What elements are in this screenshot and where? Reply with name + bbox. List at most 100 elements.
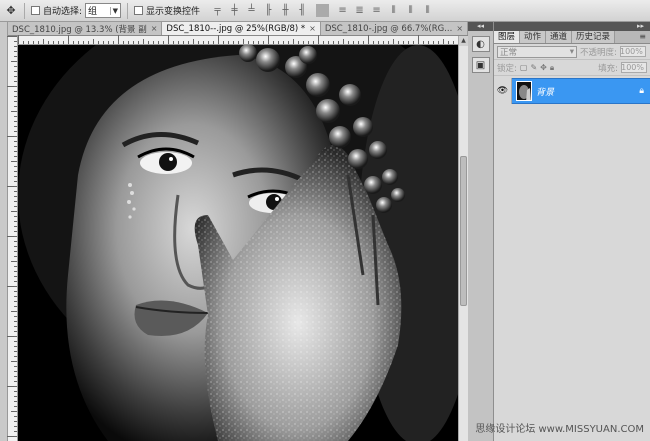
ruler-tick (248, 41, 249, 44)
collapse-panel-icon[interactable]: ▸▸ (494, 22, 650, 31)
vertical-ruler[interactable] (7, 36, 18, 441)
info-icon[interactable]: ▣ (471, 57, 490, 73)
ruler-tick (68, 35, 69, 44)
align-bottom-icon[interactable]: ╧ (245, 4, 258, 17)
ruler-tick (14, 126, 17, 127)
distribute-left-icon[interactable]: ⦀ (387, 4, 400, 17)
auto-select-checkbox[interactable]: 自动选择: (31, 4, 82, 17)
ruler-tick (14, 321, 17, 322)
panel-menu-icon[interactable]: ≡ (639, 32, 646, 41)
tab-label: DSC_1810-.jpg @ 66.7%(RG... (324, 23, 453, 34)
tab-actions[interactable]: 动作 (520, 31, 547, 43)
close-icon[interactable]: × (309, 24, 316, 33)
align-right-icon[interactable]: ╢ (296, 4, 309, 17)
ruler-tick (188, 41, 189, 44)
ruler-tick (7, 136, 17, 137)
align-hcenter-icon[interactable]: ╫ (279, 4, 292, 17)
tab-layers[interactable]: 图层 (494, 31, 521, 43)
tab-channels[interactable]: 通道 (546, 31, 573, 43)
ruler-tick (14, 426, 17, 427)
lock-all-icon[interactable]: 🔒︎ (550, 63, 554, 73)
tab-history[interactable]: 历史记录 (572, 31, 616, 43)
watermark-text: 思缘设计论坛 www.MISSYUAN.COM (475, 424, 644, 435)
ruler-tick (14, 121, 17, 122)
ruler-tick (14, 251, 17, 252)
ruler-tick (14, 201, 17, 202)
blend-mode-value: 正常 (500, 47, 518, 58)
auto-select-dropdown[interactable]: 组 ▼ (85, 3, 122, 18)
ruler-tick (14, 396, 17, 397)
ruler-tick (438, 41, 439, 44)
ruler-tick (14, 216, 17, 217)
ruler-tick (11, 361, 17, 362)
scroll-up-icon[interactable]: ▲ (459, 36, 468, 46)
ruler-tick (14, 246, 17, 247)
ruler-tick (7, 36, 17, 37)
ruler-tick (14, 66, 17, 67)
ruler-tick (118, 35, 119, 44)
ruler-tick (14, 181, 17, 182)
close-icon[interactable]: × (456, 24, 463, 33)
document-tab-1[interactable]: DSC_1810.jpg @ 13.3% (背景 副 × (8, 22, 163, 35)
ruler-tick (288, 41, 289, 44)
document-canvas[interactable] (18, 45, 458, 441)
lock-transparent-icon[interactable]: ▢ (520, 63, 528, 73)
lock-position-icon[interactable]: ✥ (540, 63, 547, 73)
opacity-field[interactable]: 100% (619, 46, 646, 57)
ruler-tick (228, 41, 229, 44)
ruler-tick (14, 316, 17, 317)
checkbox-box[interactable] (31, 6, 40, 15)
ruler-tick (413, 41, 414, 44)
ruler-tick (418, 35, 419, 44)
expand-panels-icon[interactable]: ◂◂ (468, 22, 493, 31)
show-transform-checkbox[interactable]: 显示变换控件 (134, 4, 200, 17)
distribute-top-icon[interactable]: ≡ (336, 4, 349, 17)
fill-label: 填充: (598, 63, 618, 74)
lock-fill-row: 锁定: ▢ ✎ ✥ 🔒︎ 填充: 100% (494, 60, 650, 76)
align-top-icon[interactable]: ╤ (211, 4, 224, 17)
ruler-tick (203, 41, 204, 44)
ruler-tick (453, 41, 454, 44)
distribute-hcenter-icon[interactable]: ⦀ (404, 4, 417, 17)
navigator-icon[interactable]: ◐ (471, 36, 490, 52)
distribute-right-icon[interactable]: ⦀ (421, 4, 434, 17)
ruler-tick (14, 271, 17, 272)
ruler-tick (128, 41, 129, 44)
align-left-icon[interactable]: ╟ (262, 4, 275, 17)
ruler-tick (223, 41, 224, 44)
eye-icon[interactable]: 👁︎ (494, 78, 512, 104)
layer-row-background[interactable]: 👁︎ 背景 🔒︎ (494, 78, 650, 104)
separator (127, 2, 129, 19)
document-tab-3[interactable]: DSC_1810-.jpg @ 66.7%(RG... × (320, 22, 468, 35)
ruler-tick (298, 41, 299, 44)
ruler-tick (423, 41, 424, 44)
horizontal-ruler[interactable] (18, 35, 458, 45)
ruler-tick (7, 236, 17, 237)
toolbox-edge (0, 22, 8, 441)
lock-image-icon[interactable]: ✎ (530, 63, 537, 73)
ruler-tick (243, 39, 244, 44)
ruler-tick (14, 281, 17, 282)
tab-label: DSC_1810.jpg @ 13.3% (背景 副 (12, 24, 147, 35)
checkbox-box[interactable] (134, 6, 144, 15)
ruler-tick (373, 41, 374, 44)
scrollbar-thumb[interactable] (460, 156, 467, 306)
distribute-bottom-icon[interactable]: ≡ (370, 4, 383, 17)
distribute-vcenter-icon[interactable]: ≣ (353, 4, 366, 17)
ruler-tick (443, 39, 444, 44)
ruler-tick (14, 346, 17, 347)
ruler-tick (63, 41, 64, 44)
ruler-tick (38, 41, 39, 44)
vertical-scrollbar[interactable]: ▲ (458, 36, 468, 441)
align-vcenter-icon[interactable]: ╪ (228, 4, 241, 17)
blend-mode-dropdown[interactable]: 正常 ▾ (497, 45, 577, 58)
ruler-tick (14, 366, 17, 367)
document-tab-2[interactable]: DSC_1810--.jpg @ 25%(RGB/8) * × (162, 22, 321, 35)
ruler-tick (138, 41, 139, 44)
ruler-tick (348, 41, 349, 44)
close-icon[interactable]: × (151, 24, 158, 33)
ruler-tick (113, 41, 114, 44)
ruler-tick (7, 186, 17, 187)
fill-field[interactable]: 100% (621, 62, 647, 73)
move-tool-icon[interactable]: ✥ (4, 4, 18, 18)
